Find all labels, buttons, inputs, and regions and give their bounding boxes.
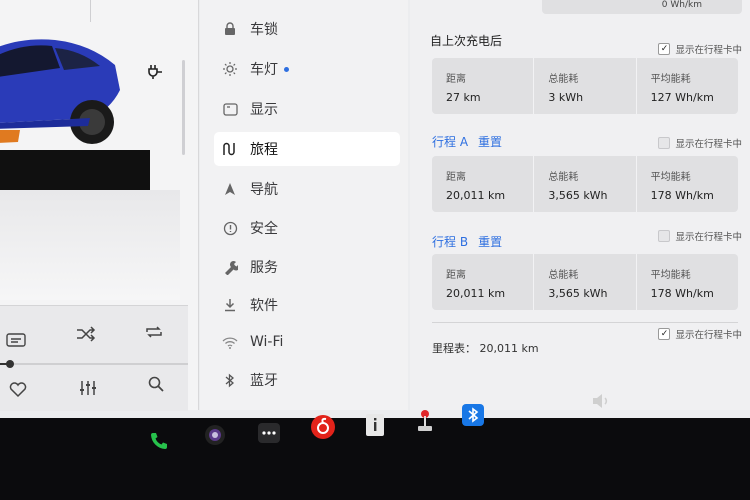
trip-a-header: 行程 A 重置 — [432, 133, 502, 150]
bluetooth-icon — [222, 372, 238, 388]
menu-item-label: 车锁 — [250, 22, 278, 38]
trip-icon — [222, 141, 238, 157]
media-player — [0, 305, 188, 411]
trip-b-stats: 距离 20,011 km 总能耗 3,565 kWh 平均能耗 178 Wh/k… — [432, 254, 738, 310]
trip-a-title: 行程 A — [432, 135, 469, 149]
menu-item-label: 服务 — [250, 260, 278, 276]
camera-icon[interactable] — [202, 422, 228, 448]
since-charge-show-toggle[interactable]: ✓ 显示在行程卡中 — [658, 42, 742, 56]
trip-b-reset-button[interactable]: 重置 — [478, 235, 502, 249]
queue-icon[interactable] — [2, 328, 30, 352]
menu-item-label: 导航 — [250, 182, 278, 198]
display-icon — [222, 101, 238, 117]
volume-icon[interactable] — [588, 388, 614, 414]
menu-item-label: 旅程 — [250, 142, 278, 158]
partial-stat-value: 0 Wh/km — [661, 0, 702, 10]
touchscreen: 车锁 车灯 显示 旅程 导航 安全 服务 软件 Wi-Fi 蓝牙 0 Wh/km… — [0, 0, 750, 418]
lock-icon — [222, 21, 238, 37]
phone-icon[interactable] — [146, 428, 172, 454]
trip-a-show-toggle[interactable]: 显示在行程卡中 — [658, 136, 742, 150]
trip-b-header: 行程 B 重置 — [432, 233, 502, 250]
divider — [432, 322, 738, 323]
shuffle-icon[interactable] — [72, 322, 100, 346]
menu-item-safety[interactable]: 安全 — [214, 211, 400, 245]
stat-distance: 距离 20,011 km — [432, 156, 535, 212]
light-icon — [222, 61, 238, 77]
since-charge-stats: 距离 27 km 总能耗 3 kWh 平均能耗 127 Wh/km — [432, 58, 738, 114]
menu-item-label: 蓝牙 — [250, 373, 278, 389]
menu-item-label: 软件 — [250, 298, 278, 314]
trip-panel: 0 Wh/km 自上次充电后 ✓ 显示在行程卡中 距离 27 km 总能耗 3 … — [410, 0, 750, 410]
navigation-icon — [222, 181, 238, 197]
show-toggle-label: 显示在行程卡中 — [675, 232, 742, 243]
menu-item-label: Wi-Fi — [250, 334, 284, 350]
stat-energy: 总能耗 3,565 kWh — [534, 254, 637, 310]
trip-b-show-toggle[interactable]: 显示在行程卡中 — [658, 229, 742, 243]
bluetooth-app-icon[interactable] — [460, 402, 486, 428]
wrench-icon — [222, 259, 238, 275]
stat-avg: 平均能耗 178 Wh/km — [650, 270, 714, 300]
odometer-value: 20,011 km — [479, 342, 539, 355]
heart-icon[interactable] — [4, 378, 32, 402]
menu-item-bluetooth[interactable]: 蓝牙 — [214, 363, 400, 397]
repeat-icon[interactable] — [140, 320, 168, 344]
menu-item-wifi[interactable]: Wi-Fi — [214, 325, 400, 359]
stat-energy: 总能耗 3 kWh — [534, 58, 637, 114]
checkbox-checked[interactable]: ✓ — [658, 328, 671, 340]
menu-item-label: 车灯 — [250, 62, 278, 78]
equalizer-icon[interactable] — [74, 376, 102, 400]
taskbar — [0, 394, 750, 500]
trip-a-stats: 距离 20,011 km 总能耗 3,565 kWh 平均能耗 178 Wh/k… — [432, 156, 738, 212]
charge-port-icon[interactable] — [146, 62, 164, 80]
show-toggle-label: 显示在行程卡中 — [675, 45, 742, 56]
car-image — [0, 39, 120, 144]
menu-item-navigation[interactable]: 导航 — [214, 172, 400, 206]
notification-dot — [284, 66, 289, 72]
menu-item-trips[interactable]: 旅程 — [214, 132, 400, 166]
menu-item-software[interactable]: 软件 — [214, 288, 400, 322]
stat-energy: 总能耗 3,565 kWh — [534, 156, 637, 212]
menu-item-label: 安全 — [250, 221, 278, 237]
netease-music-icon[interactable] — [310, 414, 336, 440]
more-apps-icon[interactable] — [256, 420, 282, 446]
menu-item-service[interactable]: 服务 — [214, 250, 400, 284]
stat-distance: 距离 20,011 km — [432, 254, 535, 310]
toybox-joystick-icon[interactable] — [412, 408, 438, 434]
owners-manual-icon[interactable] — [362, 412, 388, 438]
scrollbar[interactable] — [182, 60, 185, 155]
menu-item-lights[interactable]: 车灯 — [214, 52, 400, 86]
menu-item-display[interactable]: 显示 — [214, 92, 400, 126]
trip-a-reset-button[interactable]: 重置 — [478, 135, 502, 149]
partial-stat-cell: 0 Wh/km — [542, 0, 742, 14]
show-toggle-label: 显示在行程卡中 — [675, 330, 742, 341]
stat-avg: 平均能耗 127 Wh/km — [650, 74, 714, 104]
checkbox-unchecked[interactable] — [658, 230, 671, 242]
playback-progress[interactable] — [0, 360, 188, 368]
download-icon — [222, 297, 238, 313]
menu-item-label: 显示 — [250, 102, 278, 118]
checkbox-checked[interactable]: ✓ — [658, 43, 671, 55]
show-toggle-label: 显示在行程卡中 — [675, 139, 742, 150]
settings-menu: 车锁 车灯 显示 旅程 导航 安全 服务 软件 Wi-Fi 蓝牙 — [200, 0, 408, 410]
search-icon[interactable] — [142, 372, 170, 396]
stat-distance: 距离 27 km — [432, 58, 535, 114]
odometer-show-toggle[interactable]: ✓ 显示在行程卡中 — [658, 327, 742, 341]
since-charge-title: 自上次充电后 — [430, 34, 503, 48]
odometer: 里程表： 20,011 km — [432, 340, 539, 356]
wifi-icon — [222, 334, 238, 350]
trip-b-title: 行程 B — [432, 235, 469, 249]
checkbox-unchecked[interactable] — [658, 137, 671, 149]
safety-icon — [222, 220, 238, 236]
stat-avg: 平均能耗 178 Wh/km — [650, 172, 714, 202]
odometer-label: 里程表： — [432, 342, 476, 355]
menu-item-lock[interactable]: 车锁 — [214, 12, 400, 46]
